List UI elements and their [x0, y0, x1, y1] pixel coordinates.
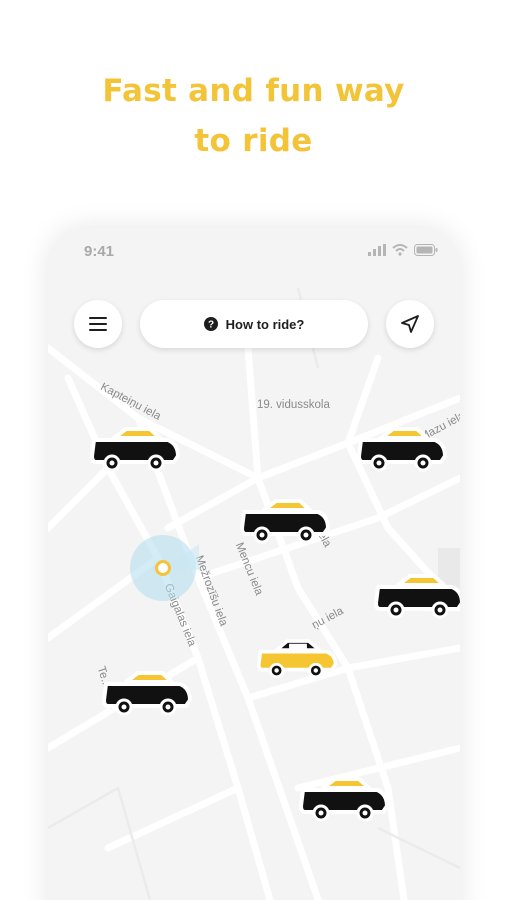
status-time: 9:41 — [84, 243, 115, 260]
taxi-car-1[interactable] — [90, 426, 182, 472]
taxi-car-6[interactable] — [102, 670, 194, 716]
phone-frame: Kapteiņu iela 19. vidusskola Mazu iela M… — [48, 228, 460, 900]
question-circle-icon: ? — [203, 317, 218, 331]
battery-icon — [414, 244, 438, 256]
headline: Fast and fun way to ride — [0, 66, 507, 166]
status-icons — [368, 244, 438, 256]
signal-icon — [368, 244, 386, 256]
wifi-icon — [392, 244, 408, 256]
svg-text:?: ? — [208, 320, 214, 331]
taxi-car-3[interactable] — [240, 498, 332, 544]
navigation-arrow-icon — [401, 315, 419, 333]
taxi-car-4[interactable] — [374, 573, 460, 619]
how-to-ride-button[interactable]: ? How to ride? — [140, 300, 368, 348]
taxi-car-5[interactable] — [257, 635, 339, 681]
headline-line-2: to ride — [194, 123, 313, 159]
menu-button[interactable] — [74, 300, 122, 348]
status-bar: 9:41 — [48, 228, 460, 280]
how-to-ride-label: How to ride? — [225, 316, 305, 332]
taxi-car-2[interactable] — [357, 426, 449, 472]
current-location-dot[interactable] — [155, 560, 171, 576]
taxi-car-7[interactable] — [299, 776, 391, 822]
headline-line-1: Fast and fun way — [102, 73, 405, 109]
street-label-school: 19. vidusskola — [257, 399, 330, 411]
hamburger-menu-icon — [89, 317, 107, 331]
locate-me-button[interactable] — [386, 300, 434, 348]
